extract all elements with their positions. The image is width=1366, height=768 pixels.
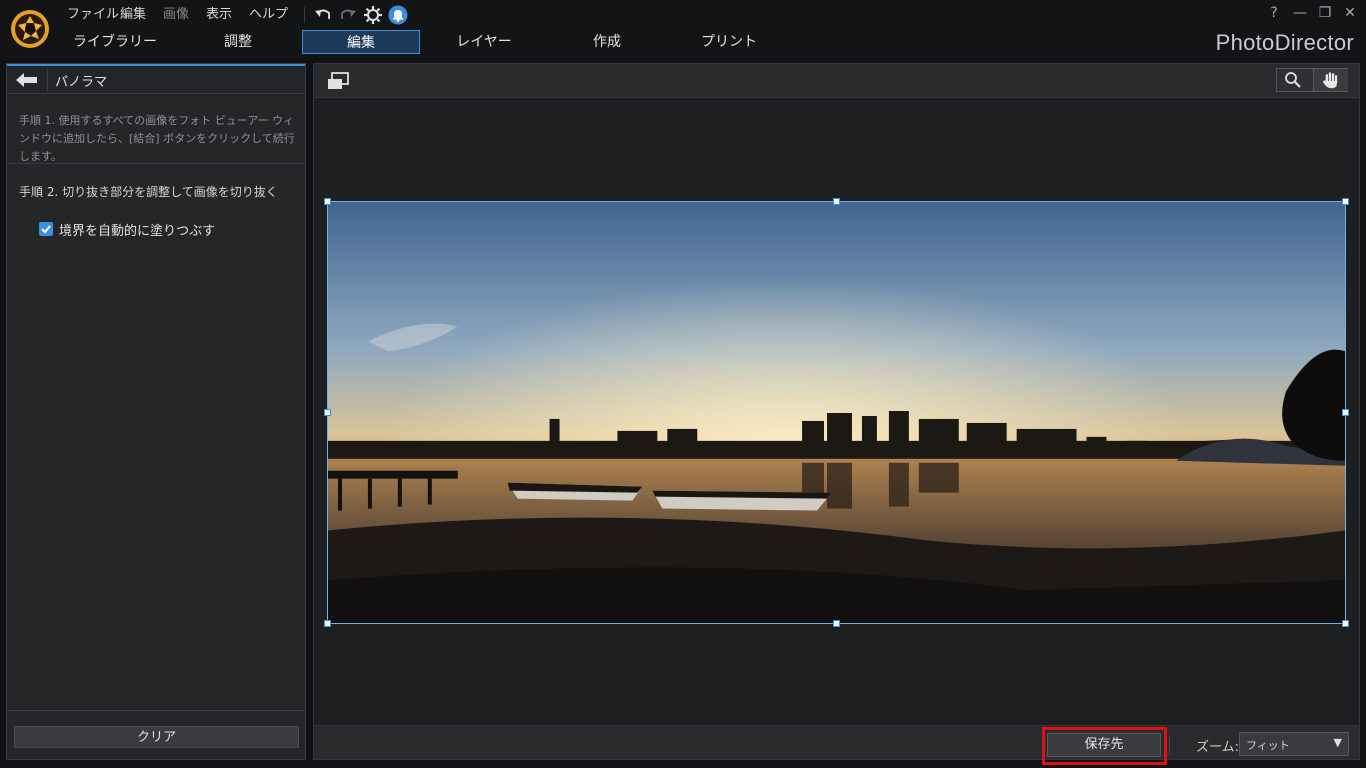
photo-viewer: 保存先 ズーム: フィット ▼: [313, 63, 1360, 765]
viewer-toolbar: [314, 64, 1359, 98]
restore-button[interactable]: ❐: [1316, 4, 1334, 22]
redo-icon[interactable]: [338, 5, 358, 25]
panel-divider: [7, 163, 305, 164]
crop-handle-top[interactable]: [833, 198, 840, 205]
tab-edit[interactable]: 編集: [302, 30, 420, 54]
close-button[interactable]: ✕: [1341, 4, 1359, 22]
tab-adjustment[interactable]: 調整: [178, 30, 298, 54]
brand-name: PhotoDirector: [1215, 30, 1354, 55]
crop-handle-bottom-right[interactable]: [1342, 620, 1349, 627]
clear-button[interactable]: クリア: [14, 726, 299, 748]
compare-view-icon[interactable]: [326, 71, 352, 91]
menu-edit[interactable]: 編集: [120, 6, 146, 24]
notification-bell-icon[interactable]: [388, 5, 408, 25]
step1-instructions: 手順 1. 使用するすべての画像をフォト ビューアー ウィンドウに追加したら、[…: [19, 114, 295, 163]
settings-icon[interactable]: [363, 5, 383, 25]
menu-file[interactable]: ファイル: [67, 6, 119, 24]
panorama-panel: パノラマ 手順 1. 使用するすべての画像をフォト ビューアー ウィンドウに追加…: [6, 63, 306, 760]
zoom-select[interactable]: フィット ▼: [1239, 732, 1349, 756]
panel-footer-divider: [7, 710, 305, 711]
save-button-highlight: [1042, 727, 1167, 765]
app-logo-icon: [11, 10, 49, 48]
menu-help[interactable]: ヘルプ: [249, 6, 288, 24]
step2-instructions: 手順 2. 切り抜き部分を調整して画像を切り抜く: [19, 185, 278, 199]
autofill-checkbox[interactable]: [39, 222, 53, 236]
panel-header: パノラマ: [7, 64, 305, 94]
bottom-divider: [1169, 735, 1170, 755]
help-button[interactable]: ?: [1265, 4, 1283, 22]
menu-image[interactable]: 画像: [163, 6, 189, 24]
minimize-button[interactable]: —: [1291, 4, 1309, 22]
crop-handle-top-right[interactable]: [1342, 198, 1349, 205]
zoom-label: ズーム:: [1196, 740, 1239, 755]
panorama-image[interactable]: [327, 201, 1346, 624]
tab-create[interactable]: 作成: [547, 30, 667, 54]
tab-layers[interactable]: レイヤー: [424, 30, 544, 54]
tab-print[interactable]: プリント: [669, 30, 789, 54]
autofill-label[interactable]: 境界を自動的に塗りつぶす: [59, 220, 215, 239]
crop-handle-left[interactable]: [324, 409, 331, 416]
crop-handle-bottom[interactable]: [833, 620, 840, 627]
header-divider: [47, 69, 48, 91]
crop-handle-top-left[interactable]: [324, 198, 331, 205]
back-arrow-icon[interactable]: [13, 70, 43, 90]
crop-handle-bottom-left[interactable]: [324, 620, 331, 627]
menu-divider: [304, 7, 305, 23]
hand-tool-icon[interactable]: [1313, 69, 1348, 91]
undo-icon[interactable]: [313, 5, 333, 25]
viewer-tool-group: [1276, 68, 1348, 92]
crop-handle-right[interactable]: [1342, 409, 1349, 416]
zoom-tool-icon[interactable]: [1277, 69, 1312, 91]
panel-title: パノラマ: [55, 75, 108, 90]
menu-view[interactable]: 表示: [206, 6, 232, 24]
dropdown-arrow-icon: ▼: [1333, 736, 1342, 749]
zoom-value: フィット: [1246, 739, 1290, 752]
viewer-bottom-bar: 保存先 ズーム: フィット ▼: [314, 725, 1359, 765]
tab-library[interactable]: ライブラリー: [55, 30, 175, 54]
